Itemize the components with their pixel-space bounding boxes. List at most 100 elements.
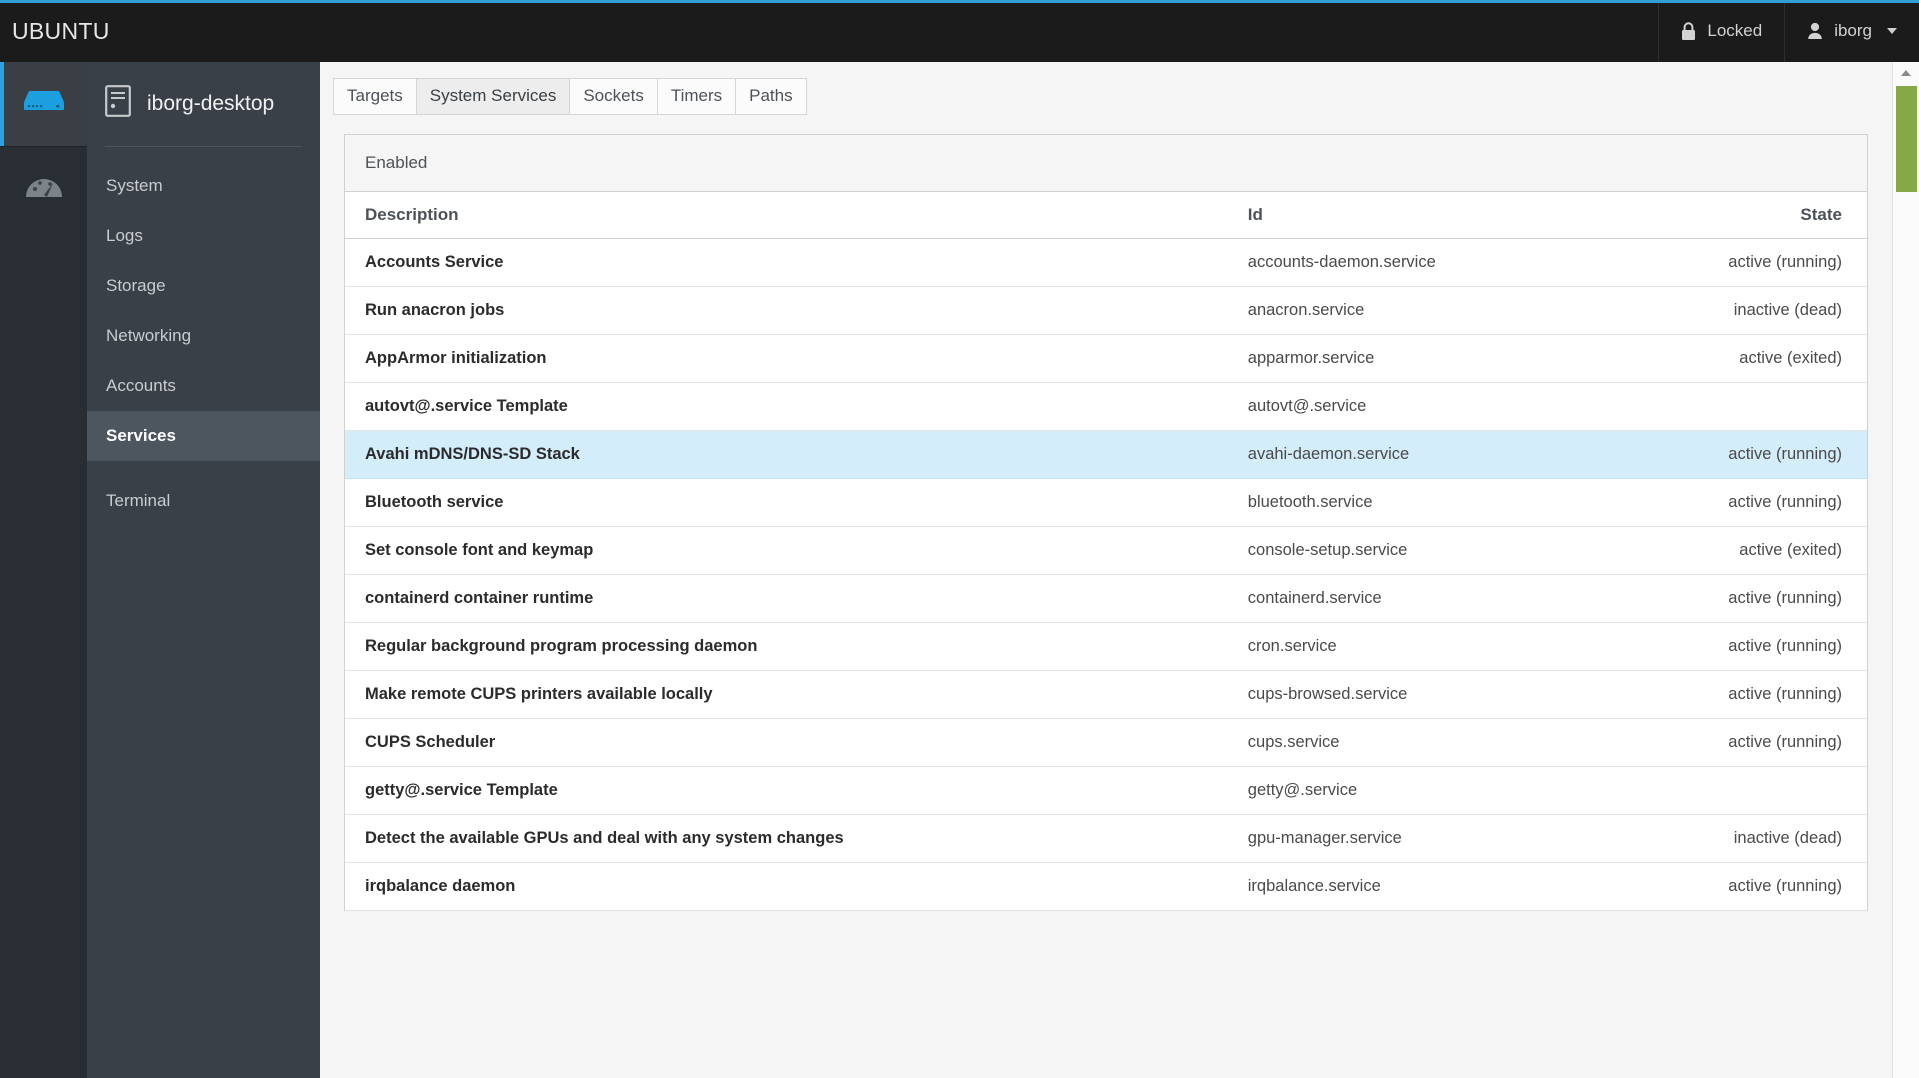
table-row[interactable]: AppArmor initialization apparmor.service a… (345, 334, 1867, 383)
scroll-up-button[interactable] (1893, 62, 1919, 84)
cell-id: gpu-manager.service (1227, 814, 1594, 863)
cell-description: getty@.service Template (345, 766, 1228, 815)
table-row[interactable]: CUPS Scheduler cups.service active (runnin… (345, 718, 1867, 767)
cell-id: bluetooth.service (1227, 478, 1594, 527)
cell-description: Avahi mDNS/DNS-SD Stack (345, 430, 1228, 479)
host-selector[interactable]: iborg-desktop (87, 62, 320, 146)
sidebar-item-logs[interactable]: Logs (87, 211, 320, 261)
chevron-down-icon (1887, 28, 1897, 34)
body: iborg-desktop System Logs Storage Networ… (0, 62, 1919, 1078)
cell-description: Accounts Service (345, 238, 1228, 287)
cell-id: anacron.service (1227, 286, 1594, 335)
sidebar-item-networking[interactable]: Networking (87, 311, 320, 361)
sidebar-item-label: Logs (106, 226, 143, 245)
cell-state: inactive (dead) (1593, 286, 1867, 335)
cell-state: active (running) (1593, 862, 1867, 911)
cell-id: accounts-daemon.service (1227, 238, 1594, 287)
cell-state (1593, 382, 1867, 431)
cell-id: avahi-daemon.service (1227, 430, 1594, 479)
services-scroll-area: Enabled Description Id State Accounts Se… (320, 120, 1892, 1078)
user-menu-button[interactable]: iborg (1784, 0, 1919, 62)
sidebar-item-accounts[interactable]: Accounts (87, 361, 320, 411)
lock-status-button[interactable]: Locked (1658, 0, 1784, 62)
column-header-state[interactable]: State (1593, 192, 1867, 239)
services-table: Description Id State Accounts Service acc… (345, 192, 1867, 911)
table-row[interactable]: Accounts Service accounts-daemon.service a… (345, 238, 1867, 287)
cell-id: cron.service (1227, 622, 1594, 671)
services-panel: Enabled Description Id State Accounts Se… (344, 134, 1868, 911)
tab-paths[interactable]: Paths (735, 78, 807, 115)
user-icon (1807, 22, 1823, 40)
table-row[interactable]: Make remote CUPS printers available loca… (345, 670, 1867, 719)
panel-heading: Enabled (345, 135, 1867, 192)
services-table-head: Description Id State (345, 192, 1867, 239)
cell-description: Regular background program processing da… (345, 622, 1228, 671)
cell-state: inactive (dead) (1593, 814, 1867, 863)
table-row[interactable]: containerd container runtime containerd.s… (345, 574, 1867, 623)
cell-state: active (running) (1593, 574, 1867, 623)
cell-description: autovt@.service Template (345, 382, 1228, 431)
cell-state: active (exited) (1593, 334, 1867, 383)
cell-description: containerd container runtime (345, 574, 1228, 623)
cell-id: autovt@.service (1227, 382, 1594, 431)
sidebar-item-label: Services (106, 426, 176, 445)
cell-state: active (running) (1593, 622, 1867, 671)
cell-id: cups.service (1227, 718, 1594, 767)
top-bar: UBUNTU Locked iborg (0, 0, 1919, 62)
column-header-description[interactable]: Description (345, 192, 1228, 239)
accent-bar (0, 0, 1919, 3)
sidebar-item-label: Networking (106, 326, 192, 345)
cell-description: irqbalance daemon (345, 862, 1228, 911)
cell-description: Detect the available GPUs and deal with … (345, 814, 1228, 863)
sidebar-item-services[interactable]: Services (87, 411, 320, 461)
cell-description: CUPS Scheduler (345, 718, 1228, 767)
tab-sockets[interactable]: Sockets (569, 78, 658, 115)
cell-id: console-setup.service (1227, 526, 1594, 575)
column-header-id[interactable]: Id (1227, 192, 1594, 239)
cell-description: Run anacron jobs (345, 286, 1228, 335)
table-row[interactable]: Avahi mDNS/DNS-SD Stack avahi-daemon.serv… (345, 430, 1867, 479)
table-row[interactable]: getty@.service Template getty@.service (345, 766, 1867, 815)
table-row[interactable]: Detect the available GPUs and deal with … (345, 814, 1867, 863)
table-row[interactable]: Bluetooth service bluetooth.service active… (345, 478, 1867, 527)
chevron-up-icon (1901, 70, 1911, 76)
cell-state: active (running) (1593, 478, 1867, 527)
tab-targets[interactable]: Targets (333, 78, 417, 115)
host-label: iborg-desktop (147, 92, 275, 115)
sidebar-item-label: System (106, 176, 163, 195)
table-row[interactable]: Set console font and keymap console-setup… (345, 526, 1867, 575)
sidebar-item-label: Accounts (106, 376, 176, 395)
lock-status-label: Locked (1707, 21, 1763, 40)
tab-system-services[interactable]: System Services (415, 78, 571, 115)
cell-id: apparmor.service (1227, 334, 1594, 383)
tab-group: Targets System Services Sockets Timers P… (333, 78, 807, 115)
scrollbar-thumb[interactable] (1896, 86, 1917, 192)
tab-timers[interactable]: Timers (656, 78, 737, 115)
sidebar-nav: System Logs Storage Networking Accounts … (87, 147, 320, 526)
table-row[interactable]: autovt@.service Template autovt@.service (345, 382, 1867, 431)
sidebar-item-storage[interactable]: Storage (87, 261, 320, 311)
table-row[interactable]: irqbalance daemon irqbalance.service activ… (345, 862, 1867, 911)
dashboard-icon (24, 172, 64, 207)
sidebar-item-label: Terminal (106, 491, 171, 510)
sidebar-item-terminal[interactable]: Terminal (87, 476, 320, 526)
cell-state: active (running) (1593, 670, 1867, 719)
cell-description: Make remote CUPS printers available loca… (345, 670, 1228, 719)
main-content: Targets System Services Sockets Timers P… (320, 62, 1919, 1078)
cell-id: getty@.service (1227, 766, 1594, 815)
rail-item-server[interactable] (0, 62, 87, 146)
cell-id: containerd.service (1227, 574, 1594, 623)
cockpit-app: UBUNTU Locked iborg iborg-desktop System… (0, 0, 1919, 1078)
page-scrollbar[interactable] (1892, 62, 1919, 1078)
rail-item-dashboard[interactable] (0, 147, 87, 231)
server-tower-icon (105, 85, 131, 123)
sidebar-item-label: Storage (106, 276, 166, 295)
cell-state: active (running) (1593, 718, 1867, 767)
cell-state (1593, 766, 1867, 815)
table-row[interactable]: Regular background program processing da… (345, 622, 1867, 671)
table-row[interactable]: Run anacron jobs anacron.service inactive … (345, 286, 1867, 335)
cell-state: active (running) (1593, 430, 1867, 479)
brand-title: UBUNTU (12, 17, 110, 44)
sidebar-item-system[interactable]: System (87, 161, 320, 211)
